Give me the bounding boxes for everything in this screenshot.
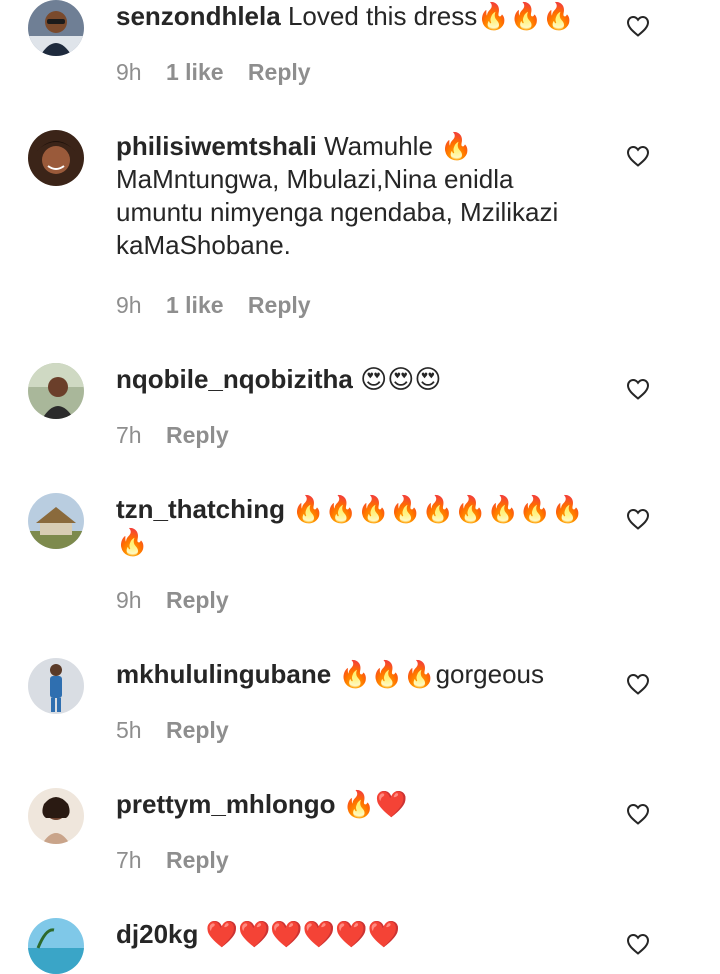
like-button[interactable]: [626, 15, 650, 37]
heart-outline-icon: [626, 15, 650, 37]
comment-meta: 9h 1 like Reply: [116, 59, 329, 86]
comment-text: dj20kg ❤️❤️❤️❤️❤️❤️: [116, 918, 584, 951]
avatar[interactable]: [28, 493, 84, 549]
comment-text: mkhululingubane 🔥🔥🔥gorgeous: [116, 658, 584, 691]
avatar[interactable]: [28, 363, 84, 419]
comment-body: ❤️❤️❤️❤️❤️❤️: [205, 919, 400, 949]
avatar[interactable]: [28, 130, 84, 186]
reply-button[interactable]: Reply: [166, 587, 229, 613]
comment-username[interactable]: dj20kg: [116, 919, 198, 949]
profile-photo-beach-icon: [28, 918, 84, 974]
like-button[interactable]: [626, 145, 650, 167]
like-button[interactable]: [626, 673, 650, 695]
comment-timestamp: 5h: [116, 717, 142, 743]
heart-outline-icon: [626, 803, 650, 825]
comment-text: nqobile_nqobizitha 😍😍😍: [116, 363, 584, 396]
comment-timestamp: 7h: [116, 422, 142, 448]
comment-meta: 7h Reply: [116, 422, 247, 449]
avatar[interactable]: [28, 788, 84, 844]
reply-button[interactable]: Reply: [166, 847, 229, 873]
profile-photo-man-standing-icon: [28, 658, 84, 714]
heart-outline-icon: [626, 145, 650, 167]
comment-timestamp: 9h: [116, 292, 142, 318]
comment-username[interactable]: nqobile_nqobizitha: [116, 364, 353, 394]
like-button[interactable]: [626, 803, 650, 825]
like-button[interactable]: [626, 508, 650, 530]
comment-text: prettym_mhlongo 🔥❤️: [116, 788, 584, 821]
comment-text: tzn_thatching 🔥🔥🔥🔥🔥🔥🔥🔥🔥🔥: [116, 493, 584, 559]
comment-meta: 5h Reply: [116, 717, 247, 744]
comment-timestamp: 9h: [116, 587, 142, 613]
comment-meta: 9h 1 like Reply: [116, 292, 329, 319]
comment-body: 😍😍😍: [360, 364, 442, 394]
avatar[interactable]: [28, 918, 84, 974]
comment-username[interactable]: mkhululingubane: [116, 659, 331, 689]
like-count[interactable]: 1 like: [166, 292, 224, 318]
comment-text: philisiwemtshali Wamuhle 🔥 MaMntungwa, M…: [116, 130, 584, 262]
comment-username[interactable]: philisiwemtshali: [116, 131, 317, 161]
comment-timestamp: 7h: [116, 847, 142, 873]
comment-meta: 7h Reply: [116, 847, 247, 874]
comment-username[interactable]: prettym_mhlongo: [116, 789, 336, 819]
profile-photo-man-sunglasses-icon: [28, 0, 84, 56]
profile-photo-woman-portrait-icon: [28, 788, 84, 844]
profile-photo-woman-smiling-icon: [28, 130, 84, 186]
profile-photo-woman-outdoors-icon: [28, 363, 84, 419]
comment-body: 🔥❤️: [342, 789, 408, 819]
comment-body: Loved this dress🔥🔥🔥: [287, 1, 575, 31]
like-button[interactable]: [626, 933, 650, 955]
reply-button[interactable]: Reply: [248, 292, 311, 318]
comment-username[interactable]: senzondhlela: [116, 1, 281, 31]
heart-outline-icon: [626, 933, 650, 955]
reply-button[interactable]: Reply: [166, 422, 229, 448]
heart-outline-icon: [626, 508, 650, 530]
comment-text: senzondhlela Loved this dress🔥🔥🔥: [116, 0, 584, 33]
avatar[interactable]: [28, 658, 84, 714]
avatar[interactable]: [28, 0, 84, 56]
reply-button[interactable]: Reply: [166, 717, 229, 743]
like-button[interactable]: [626, 378, 650, 400]
heart-outline-icon: [626, 673, 650, 695]
comment-body: 🔥🔥🔥gorgeous: [338, 659, 545, 689]
reply-button[interactable]: Reply: [248, 59, 311, 85]
comment-timestamp: 9h: [116, 59, 142, 85]
heart-outline-icon: [626, 378, 650, 400]
like-count[interactable]: 1 like: [166, 59, 224, 85]
comment-meta: 9h Reply: [116, 587, 247, 614]
profile-photo-thatched-house-icon: [28, 493, 84, 549]
comment-username[interactable]: tzn_thatching: [116, 494, 285, 524]
